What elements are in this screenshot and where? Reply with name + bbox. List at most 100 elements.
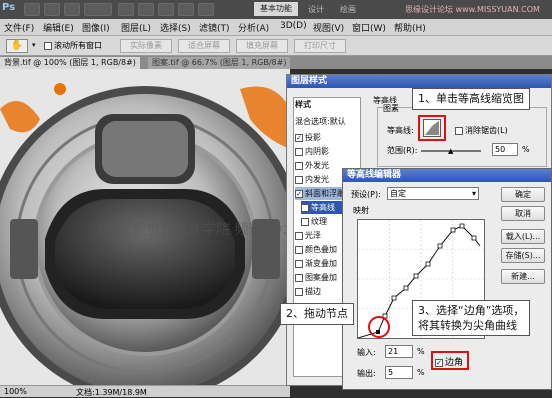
menu-analysis[interactable]: 分析(A)	[238, 21, 269, 34]
chevron-down-icon[interactable]: ▾	[472, 188, 476, 199]
style-item-label: 颜色叠加	[305, 245, 337, 254]
menu-bar: 文件(F) 编辑(E) 图像(I) 图层(L) 选择(S) 滤镜(T) 分析(A…	[0, 19, 552, 36]
style-item-checkbox[interactable]: ✓	[295, 189, 303, 198]
contour-label: 等高线:	[387, 126, 414, 135]
blend-options-default[interactable]: 混合选项:默认	[295, 115, 353, 128]
style-item-checkbox[interactable]	[295, 147, 303, 156]
tab-pattern-doc[interactable]: 图案.tif @ 66.7% (图层 1, RGB/8#)	[148, 57, 291, 69]
range-input[interactable]: 50	[492, 143, 518, 156]
antialias-checkbox[interactable]	[455, 126, 463, 135]
style-item-label: 纹理	[311, 217, 327, 226]
style-item-checkbox[interactable]	[295, 273, 303, 282]
hand-tool-icon[interactable]: ✋	[6, 39, 28, 53]
menu-view[interactable]: 视图(V)	[313, 21, 344, 34]
preset-value: 自定	[390, 189, 406, 198]
workspace-design[interactable]: 设计	[308, 4, 324, 15]
mapping-label: 映射	[353, 205, 369, 216]
menu-image[interactable]: 图像(I)	[82, 21, 110, 34]
app-title-bar: Ps 基本功能 设计 绘画 思缘设计论坛 www.MISSYUAN.COM	[0, 0, 552, 19]
style-item-checkbox[interactable]	[295, 287, 303, 296]
output-unit: %	[417, 368, 425, 377]
style-item-checkbox[interactable]	[295, 245, 303, 254]
style-item-label: 描边	[305, 287, 321, 296]
menu-file[interactable]: 文件(F)	[4, 21, 34, 34]
cancel-button[interactable]: 取消	[501, 206, 545, 221]
input-unit: %	[417, 347, 425, 356]
input-label: 输入:	[357, 348, 376, 357]
contour-group-box	[377, 107, 547, 167]
screen-mode-icon[interactable]	[198, 3, 214, 16]
menu-window[interactable]: 窗口(W)	[352, 21, 386, 34]
corner-highlight	[431, 351, 469, 370]
document-tabs: 背景.tif @ 100% (图层 1, RGB/8#) 图案.tif @ 66…	[0, 56, 552, 69]
output-field[interactable]: 5	[385, 366, 413, 379]
scroll-all-label: 滚动所有窗口	[54, 41, 102, 50]
save-button[interactable]: 存储(S)...	[501, 248, 545, 263]
callout-step1: 1、单击等高线缩览图	[412, 88, 530, 110]
antialias-option[interactable]: 消除锯齿(L)	[455, 125, 508, 136]
zoom-level-select[interactable]	[84, 3, 112, 16]
menu-filter[interactable]: 滤镜(T)	[199, 21, 230, 34]
document-canvas[interactable]: 【腾龙视觉】设计学院 频道 ID：80101	[0, 69, 290, 385]
tab-background-doc[interactable]: 背景.tif @ 100% (图层 1, RGB/8#)	[0, 57, 140, 69]
canvas-watermark: 【腾龙视觉】设计学院 频道 ID：80101	[90, 222, 290, 238]
rotate-view-icon[interactable]	[158, 3, 174, 16]
style-item-label: 内阴影	[305, 147, 329, 156]
contour-editor-title: 等高线编辑器	[343, 169, 551, 182]
new-button[interactable]: 新建...	[501, 269, 545, 284]
output-label: 输出:	[357, 369, 376, 378]
site-watermark: 思缘设计论坛 www.MISSYUAN.COM	[405, 5, 540, 14]
tool-preset-arrow[interactable]: ▾	[32, 41, 36, 49]
workspace-painting[interactable]: 绘画	[340, 4, 356, 15]
style-item-checkbox[interactable]: ✓	[301, 203, 309, 212]
ok-button[interactable]: 确定	[501, 187, 545, 202]
style-item-label: 外发光	[305, 161, 329, 170]
style-item-checkbox[interactable]	[295, 175, 303, 184]
minibridge-icon[interactable]	[44, 3, 60, 16]
style-item-checkbox[interactable]	[301, 217, 309, 226]
style-item-checkbox[interactable]	[295, 259, 303, 268]
range-label: 范围(R):	[387, 146, 418, 155]
antialias-label: 消除锯齿(L)	[465, 126, 508, 135]
style-item-checkbox[interactable]	[295, 231, 303, 240]
styles-section[interactable]: 样式	[295, 98, 353, 111]
menu-edit[interactable]: 编辑(E)	[43, 21, 74, 34]
workspace-essentials[interactable]: 基本功能	[254, 2, 298, 16]
fill-screen-button[interactable]: 填充屏幕	[236, 39, 288, 53]
view-extras-icon[interactable]	[64, 3, 80, 16]
fit-screen-button[interactable]: 适合屏幕	[178, 39, 230, 53]
style-item-label: 渐变叠加	[305, 259, 337, 268]
style-item-label: 内发光	[305, 175, 329, 184]
callout-step3-line2: 将其转换为尖角曲线	[418, 319, 517, 332]
style-item-checkbox[interactable]: ✓	[295, 133, 303, 142]
style-item-checkbox[interactable]	[295, 161, 303, 170]
bridge-icon[interactable]	[24, 3, 40, 16]
layer-style-title: 图层样式	[287, 75, 551, 88]
style-item-label: 光泽	[305, 231, 321, 240]
contour-thumbnail-highlight	[418, 115, 446, 141]
scroll-all-option[interactable]: 滚动所有窗口	[44, 40, 102, 51]
menu-select[interactable]: 选择(S)	[160, 21, 191, 34]
menu-3d[interactable]: 3D(D)	[280, 21, 307, 31]
style-item-drop-shadow[interactable]: ✓ 投影	[295, 131, 353, 144]
menu-layer[interactable]: 图层(L)	[121, 21, 151, 34]
scroll-all-checkbox[interactable]	[44, 41, 52, 50]
input-field[interactable]: 21	[385, 345, 413, 358]
style-item-label: 等高线	[311, 203, 335, 212]
menu-help[interactable]: 帮助(H)	[394, 21, 426, 34]
contour-editor-dialog: 等高线编辑器 预设(P): 自定 ▾ 确定 取消 载入(L)... 存储(S)..…	[342, 168, 552, 390]
actual-pixels-button[interactable]: 实际像素	[120, 39, 172, 53]
style-item-inner-shadow[interactable]: 内阴影	[295, 145, 353, 158]
arrange-docs-icon[interactable]	[178, 3, 194, 16]
hand-tool-icon[interactable]	[118, 3, 134, 16]
load-button[interactable]: 载入(L)...	[501, 229, 545, 244]
pattern-group-label: 图素	[383, 103, 399, 114]
preset-select[interactable]: 自定 ▾	[387, 187, 479, 200]
options-bar: ✋ ▾ 滚动所有窗口 实际像素 适合屏幕 填充屏幕 打印尺寸	[0, 36, 552, 56]
preset-label: 预设(P):	[351, 190, 381, 199]
callout-step2: 2、拖动节点	[280, 303, 354, 325]
zoom-tool-icon[interactable]	[138, 3, 154, 16]
print-size-button[interactable]: 打印尺寸	[294, 39, 346, 53]
range-slider-thumb[interactable]: ▲	[448, 147, 453, 155]
zoom-readout[interactable]: 100%	[4, 387, 27, 396]
